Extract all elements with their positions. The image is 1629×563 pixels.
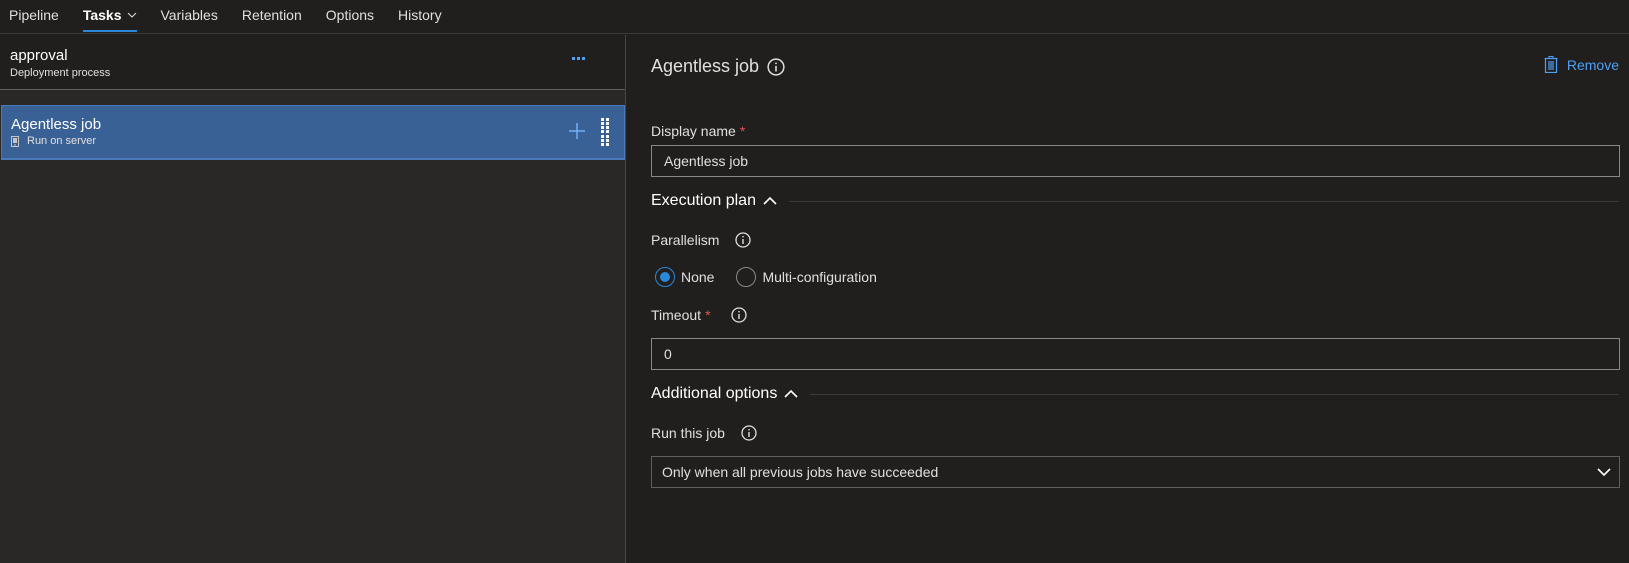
- section-divider: [788, 200, 1619, 202]
- grip-dot: [601, 122, 604, 126]
- grip-dot: [606, 130, 609, 134]
- section-title: Execution plan: [651, 192, 756, 209]
- top-nav: Pipeline Tasks Variables Retention Optio…: [0, 0, 1629, 34]
- grip-dot: [601, 142, 604, 146]
- label-text: Parallelism: [651, 232, 720, 248]
- process-header[interactable]: approval Deployment process: [0, 35, 625, 90]
- grip-dot: [601, 138, 604, 142]
- grip-dot: [606, 118, 609, 121]
- tab-label: Variables: [160, 7, 218, 23]
- job-title: Agentless job: [11, 116, 102, 133]
- chevron-down-icon: [1597, 468, 1611, 477]
- timeout-label: Timeout *: [651, 307, 747, 323]
- process-subtitle: Deployment process: [10, 67, 111, 79]
- tab-retention[interactable]: Retention: [242, 0, 302, 30]
- panel-title-text: Agentless job: [651, 56, 760, 76]
- server-icon: [11, 135, 19, 147]
- tab-label: History: [398, 7, 442, 23]
- grip-dot: [606, 138, 609, 142]
- info-icon[interactable]: [767, 57, 785, 76]
- drag-handle[interactable]: [601, 118, 609, 146]
- radio-circle: [655, 267, 675, 287]
- parallelism-radio-group: None Multi-configuration: [655, 267, 899, 287]
- execution-plan-section-header[interactable]: Execution plan: [651, 192, 1619, 210]
- section-title: Additional options: [651, 385, 778, 402]
- ellipsis-dot: [582, 57, 585, 60]
- grip-dot: [601, 130, 604, 134]
- grip-dot: [606, 122, 609, 126]
- grip-dot: [601, 126, 604, 130]
- info-icon[interactable]: [741, 425, 757, 441]
- chevron-up-icon: [763, 196, 777, 205]
- label-text: Timeout: [651, 307, 702, 323]
- more-options-button[interactable]: [568, 53, 589, 64]
- required-mark: *: [705, 307, 711, 323]
- grip-dot: [606, 134, 609, 138]
- tab-history[interactable]: History: [398, 0, 442, 30]
- tab-variables[interactable]: Variables: [161, 0, 218, 30]
- ellipsis-dot: [577, 57, 580, 60]
- panel-title: Agentless job: [651, 56, 785, 77]
- trash-icon: [1544, 56, 1558, 73]
- additional-options-section-header[interactable]: Additional options: [651, 385, 1619, 403]
- chevron-up-icon: [784, 389, 798, 398]
- label-text: Run this job: [651, 425, 725, 441]
- radio-none[interactable]: None: [655, 267, 714, 287]
- chevron-down-icon: [127, 12, 136, 18]
- required-mark: *: [739, 123, 746, 139]
- add-task-button[interactable]: [568, 122, 586, 140]
- run-this-job-label: Run this job: [651, 425, 757, 441]
- radio-circle: [736, 267, 757, 287]
- process-title: approval: [10, 47, 68, 64]
- remove-button[interactable]: Remove: [1544, 56, 1619, 73]
- display-name-label: Display name *: [651, 123, 745, 139]
- run-this-job-dropdown[interactable]: Only when all previous jobs have succeed…: [651, 456, 1620, 488]
- info-icon[interactable]: [730, 307, 747, 323]
- display-name-input[interactable]: [651, 145, 1620, 177]
- tab-label: Retention: [241, 7, 302, 23]
- timeout-input[interactable]: [651, 338, 1620, 370]
- radio-multi-configuration[interactable]: Multi-configuration: [736, 267, 877, 287]
- label-text: Display name: [651, 123, 736, 139]
- tab-label: Options: [325, 7, 375, 23]
- tab-options[interactable]: Options: [326, 0, 374, 30]
- grip-dot: [606, 142, 609, 146]
- parallelism-label: Parallelism: [651, 232, 752, 248]
- remove-label: Remove: [1566, 56, 1619, 73]
- info-icon[interactable]: [735, 232, 752, 248]
- section-divider: [810, 393, 1619, 395]
- grip-dot: [606, 126, 609, 130]
- dropdown-value: Only when all previous jobs have succeed…: [662, 464, 939, 480]
- job-subtitle-text: Run on server: [27, 135, 97, 147]
- job-subtitle: Run on server: [11, 135, 615, 147]
- tab-tasks[interactable]: Tasks: [82, 0, 137, 32]
- tab-pipeline[interactable]: Pipeline: [9, 0, 59, 30]
- radio-label: Multi-configuration: [762, 269, 877, 285]
- grip-dot: [601, 118, 604, 121]
- tab-label: Pipeline: [9, 7, 59, 23]
- process-panel: approval Deployment process Agentless jo…: [0, 35, 626, 563]
- radio-label: None: [681, 269, 715, 285]
- job-detail-panel: Agentless job Remove Display name * Exec…: [627, 35, 1629, 563]
- ellipsis-icon: [572, 57, 575, 60]
- job-list-item[interactable]: Agentless job Run on server: [1, 105, 625, 160]
- tab-label: Tasks: [82, 7, 122, 23]
- grip-dot: [601, 134, 604, 138]
